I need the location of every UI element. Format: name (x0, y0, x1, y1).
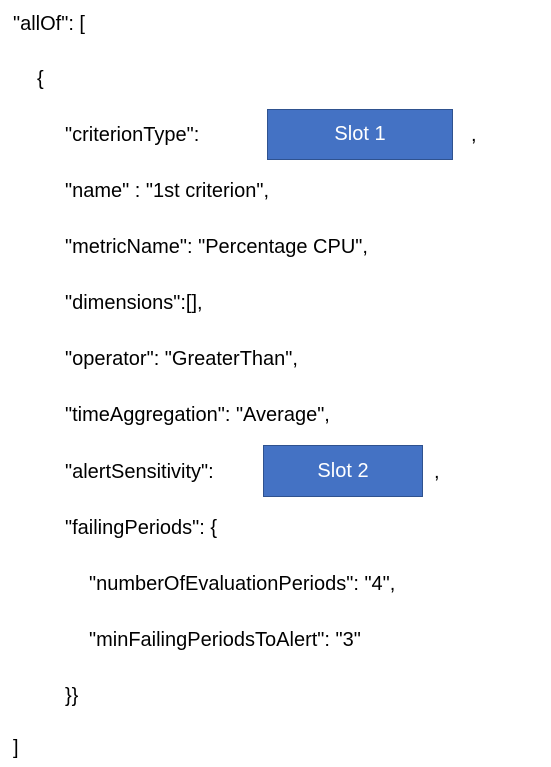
slot-1-dropdown[interactable]: Slot 1 (267, 109, 453, 160)
failing-periods-open-line: "failingPeriods": { (65, 517, 218, 539)
name-line: "name" : "1st criterion", (65, 180, 270, 202)
alert-sensitivity-comma: , (434, 461, 440, 483)
slot-2-label: Slot 2 (317, 459, 369, 482)
slot-1-label: Slot 1 (334, 123, 386, 145)
brace-open-line: { (37, 68, 44, 90)
slot-2-dropdown[interactable]: Slot 2 (263, 445, 423, 497)
number-of-evaluation-periods-line: "numberOfEvaluationPeriods": "4", (89, 573, 396, 595)
allof-open-line: "allOf": [ (13, 13, 85, 35)
metric-name-line: "metricName": "Percentage CPU", (65, 236, 368, 258)
operator-line: "operator": "GreaterThan", (65, 348, 298, 370)
bracket-close-line: ] (13, 737, 19, 759)
json-code-snippet: "allOf": [ { "criterionType": Slot 1 , "… (0, 0, 551, 767)
time-aggregation-line: "timeAggregation": "Average", (65, 404, 330, 426)
alert-sensitivity-key: "alertSensitivity": (65, 461, 214, 483)
double-brace-close-line: }} (65, 685, 79, 707)
min-failing-periods-line: "minFailingPeriodsToAlert": "3" (89, 629, 361, 651)
dimensions-line: "dimensions":[], (65, 292, 203, 314)
criterion-type-key: "criterionType": (65, 124, 200, 146)
criterion-type-comma: , (471, 124, 477, 146)
